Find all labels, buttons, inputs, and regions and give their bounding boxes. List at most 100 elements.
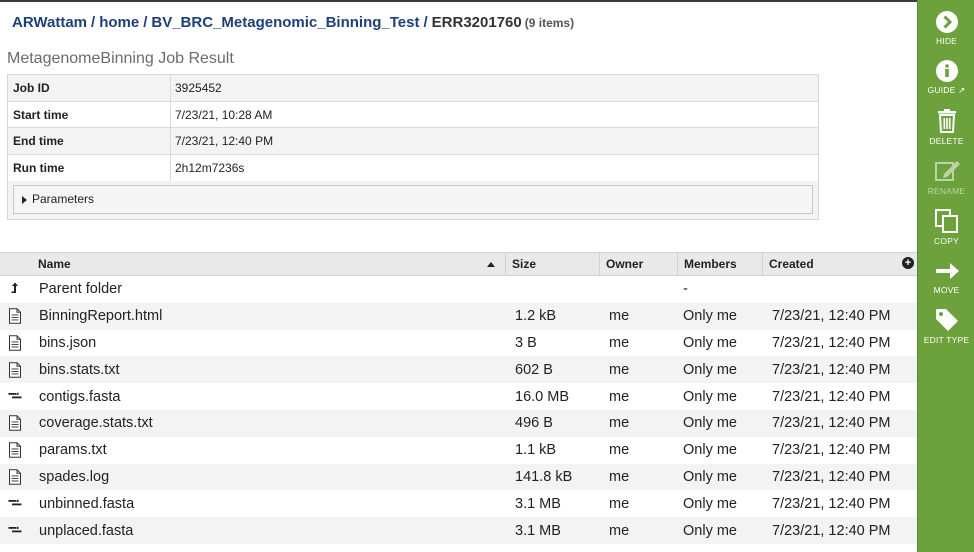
file-created: 7/23/21, 12:40 PM <box>772 334 891 351</box>
document-icon <box>0 362 32 378</box>
job-value: 7/23/21, 10:28 AM <box>175 107 273 122</box>
file-members: Only me <box>683 308 737 325</box>
job-row-start: Start time 7/23/21, 10:28 AM <box>8 101 818 128</box>
file-owner: me <box>609 388 630 405</box>
file-owner: me <box>609 495 630 512</box>
delete-label: DELETE <box>929 136 964 146</box>
file-members: Only me <box>683 361 737 378</box>
file-size: 496 B <box>515 415 553 432</box>
rename-button[interactable]: RENAME <box>918 158 974 196</box>
sort-ascending-icon <box>487 262 495 267</box>
header-members[interactable]: Members <box>678 253 763 275</box>
file-owner: me <box>609 522 630 539</box>
move-label: MOVE <box>933 285 960 295</box>
file-name[interactable]: BinningReport.html <box>32 308 506 324</box>
header-name-label: Name <box>38 257 71 271</box>
file-members: Only me <box>683 334 737 351</box>
table-row[interactable]: BinningReport.html 1.2 kB me Only me 7/23/21… <box>0 302 917 330</box>
breadcrumb-folder[interactable]: BV_BRC_Metagenomic_Binning_Test <box>151 14 419 31</box>
file-members: Only me <box>683 468 737 485</box>
file-name[interactable]: contigs.fasta <box>32 389 506 405</box>
move-button[interactable]: MOVE <box>918 259 974 295</box>
header-created[interactable]: Created <box>763 253 903 275</box>
table-row[interactable]: unbinned.fasta 3.1 MB me Only me 7/23/21, 12… <box>0 490 917 518</box>
parameters-toggle[interactable]: Parameters <box>13 185 813 214</box>
trash-icon <box>937 109 956 133</box>
file-size: 1.2 kB <box>515 308 557 325</box>
action-sidebar: HIDE GUIDE ↗ DELETE RENAME COPY MOVE EDI… <box>917 0 974 552</box>
file-name[interactable]: bins.json <box>32 335 506 351</box>
copy-button[interactable]: COPY <box>918 208 974 246</box>
table-row[interactable]: coverage.stats.txt 496 B me Only me 7/23/21,… <box>0 409 917 437</box>
file-members: Only me <box>683 442 737 459</box>
file-name[interactable]: unbinned.fasta <box>32 496 506 512</box>
job-value: 2h12m7236s <box>175 160 245 175</box>
sequence-icon <box>0 523 32 539</box>
job-value: 7/23/21, 12:40 PM <box>175 134 274 148</box>
header-owner[interactable]: Owner <box>600 253 678 275</box>
file-members: Only me <box>683 522 737 539</box>
file-name[interactable]: unplaced.fasta <box>32 523 506 539</box>
file-size: 3.1 MB <box>515 522 561 539</box>
breadcrumb-separator: / <box>143 14 148 31</box>
file-name[interactable]: spades.log <box>32 469 506 485</box>
table-row[interactable]: contigs.fasta 16.0 MB me Only me 7/23/21, 12… <box>0 383 917 410</box>
breadcrumb-home[interactable]: home <box>99 14 139 31</box>
breadcrumb-separator: / <box>91 14 96 31</box>
table-row[interactable]: bins.json 3 B me Only me 7/23/21, 12:40 PM <box>0 329 917 357</box>
file-members: - <box>683 281 688 298</box>
copy-icon <box>934 209 958 233</box>
expand-triangle-icon <box>22 195 27 204</box>
delete-button[interactable]: DELETE <box>918 108 974 146</box>
file-created: 7/23/21, 12:40 PM <box>772 308 891 325</box>
parameters-section: Parameters <box>8 181 818 219</box>
hide-button[interactable]: HIDE <box>918 10 974 46</box>
table-row[interactable]: bins.stats.txt 602 B me Only me 7/23/21, 12:… <box>0 356 917 384</box>
file-owner: me <box>609 308 630 325</box>
job-key: Run time <box>8 154 171 181</box>
file-owner: me <box>609 468 630 485</box>
breadcrumb-user[interactable]: ARWattam <box>12 14 87 31</box>
file-size: 1.1 kB <box>515 442 557 459</box>
file-created: 7/23/21, 12:40 PM <box>772 495 891 512</box>
file-name[interactable]: coverage.stats.txt <box>32 415 506 431</box>
job-key: Start time <box>8 101 171 127</box>
file-members: Only me <box>683 415 737 432</box>
file-members: Only me <box>683 495 737 512</box>
table-row[interactable]: unplaced.fasta 3.1 MB me Only me 7/23/21, 12… <box>0 517 917 544</box>
document-icon <box>0 415 32 432</box>
table-row[interactable]: Parent folder - <box>0 276 917 303</box>
grid-header: Name Size Owner Members Created + <box>0 252 917 276</box>
hide-label: HIDE <box>935 36 958 46</box>
breadcrumb-current: ERR3201760 <box>431 14 522 31</box>
edit-type-button[interactable]: EDIT TYPE <box>918 307 974 345</box>
file-name[interactable]: params.txt <box>32 442 506 458</box>
file-size: 3.1 MB <box>515 495 561 512</box>
file-size: 3 B <box>515 334 537 351</box>
info-icon <box>935 60 958 82</box>
sequence-icon <box>0 389 32 405</box>
file-grid: Name Size Owner Members Created + Parent… <box>0 252 917 544</box>
breadcrumb: ARWattam / home / BV_BRC_Metagenomic_Binning… <box>12 14 574 31</box>
file-size: 141.8 kB <box>515 468 573 485</box>
document-icon <box>0 308 32 324</box>
grid-body: Parent folder - BinningReport.html 1.2 kB me… <box>0 276 917 544</box>
table-row[interactable]: params.txt 1.1 kB me Only me 7/23/21, 12:40 … <box>0 436 917 464</box>
table-row[interactable]: spades.log 141.8 kB me Only me 7/23/21, 12:4… <box>0 463 917 491</box>
file-name[interactable]: Parent folder <box>32 281 506 297</box>
file-members: Only me <box>683 388 737 405</box>
job-row-end: End time 7/23/21, 12:40 PM <box>8 128 818 155</box>
add-column-icon[interactable]: + <box>902 257 914 269</box>
file-owner: me <box>609 415 630 432</box>
guide-button[interactable]: GUIDE ↗ <box>918 59 974 95</box>
file-size: 602 B <box>515 361 553 378</box>
header-icon-column <box>0 253 32 275</box>
header-size[interactable]: Size <box>506 253 600 275</box>
file-created: 7/23/21, 12:40 PM <box>772 388 891 405</box>
parent-folder-icon <box>0 281 32 297</box>
file-owner: me <box>609 334 630 351</box>
file-name[interactable]: bins.stats.txt <box>32 362 506 378</box>
guide-label-text: GUIDE <box>927 85 956 95</box>
header-name[interactable]: Name <box>32 253 506 275</box>
file-owner: me <box>609 442 630 459</box>
